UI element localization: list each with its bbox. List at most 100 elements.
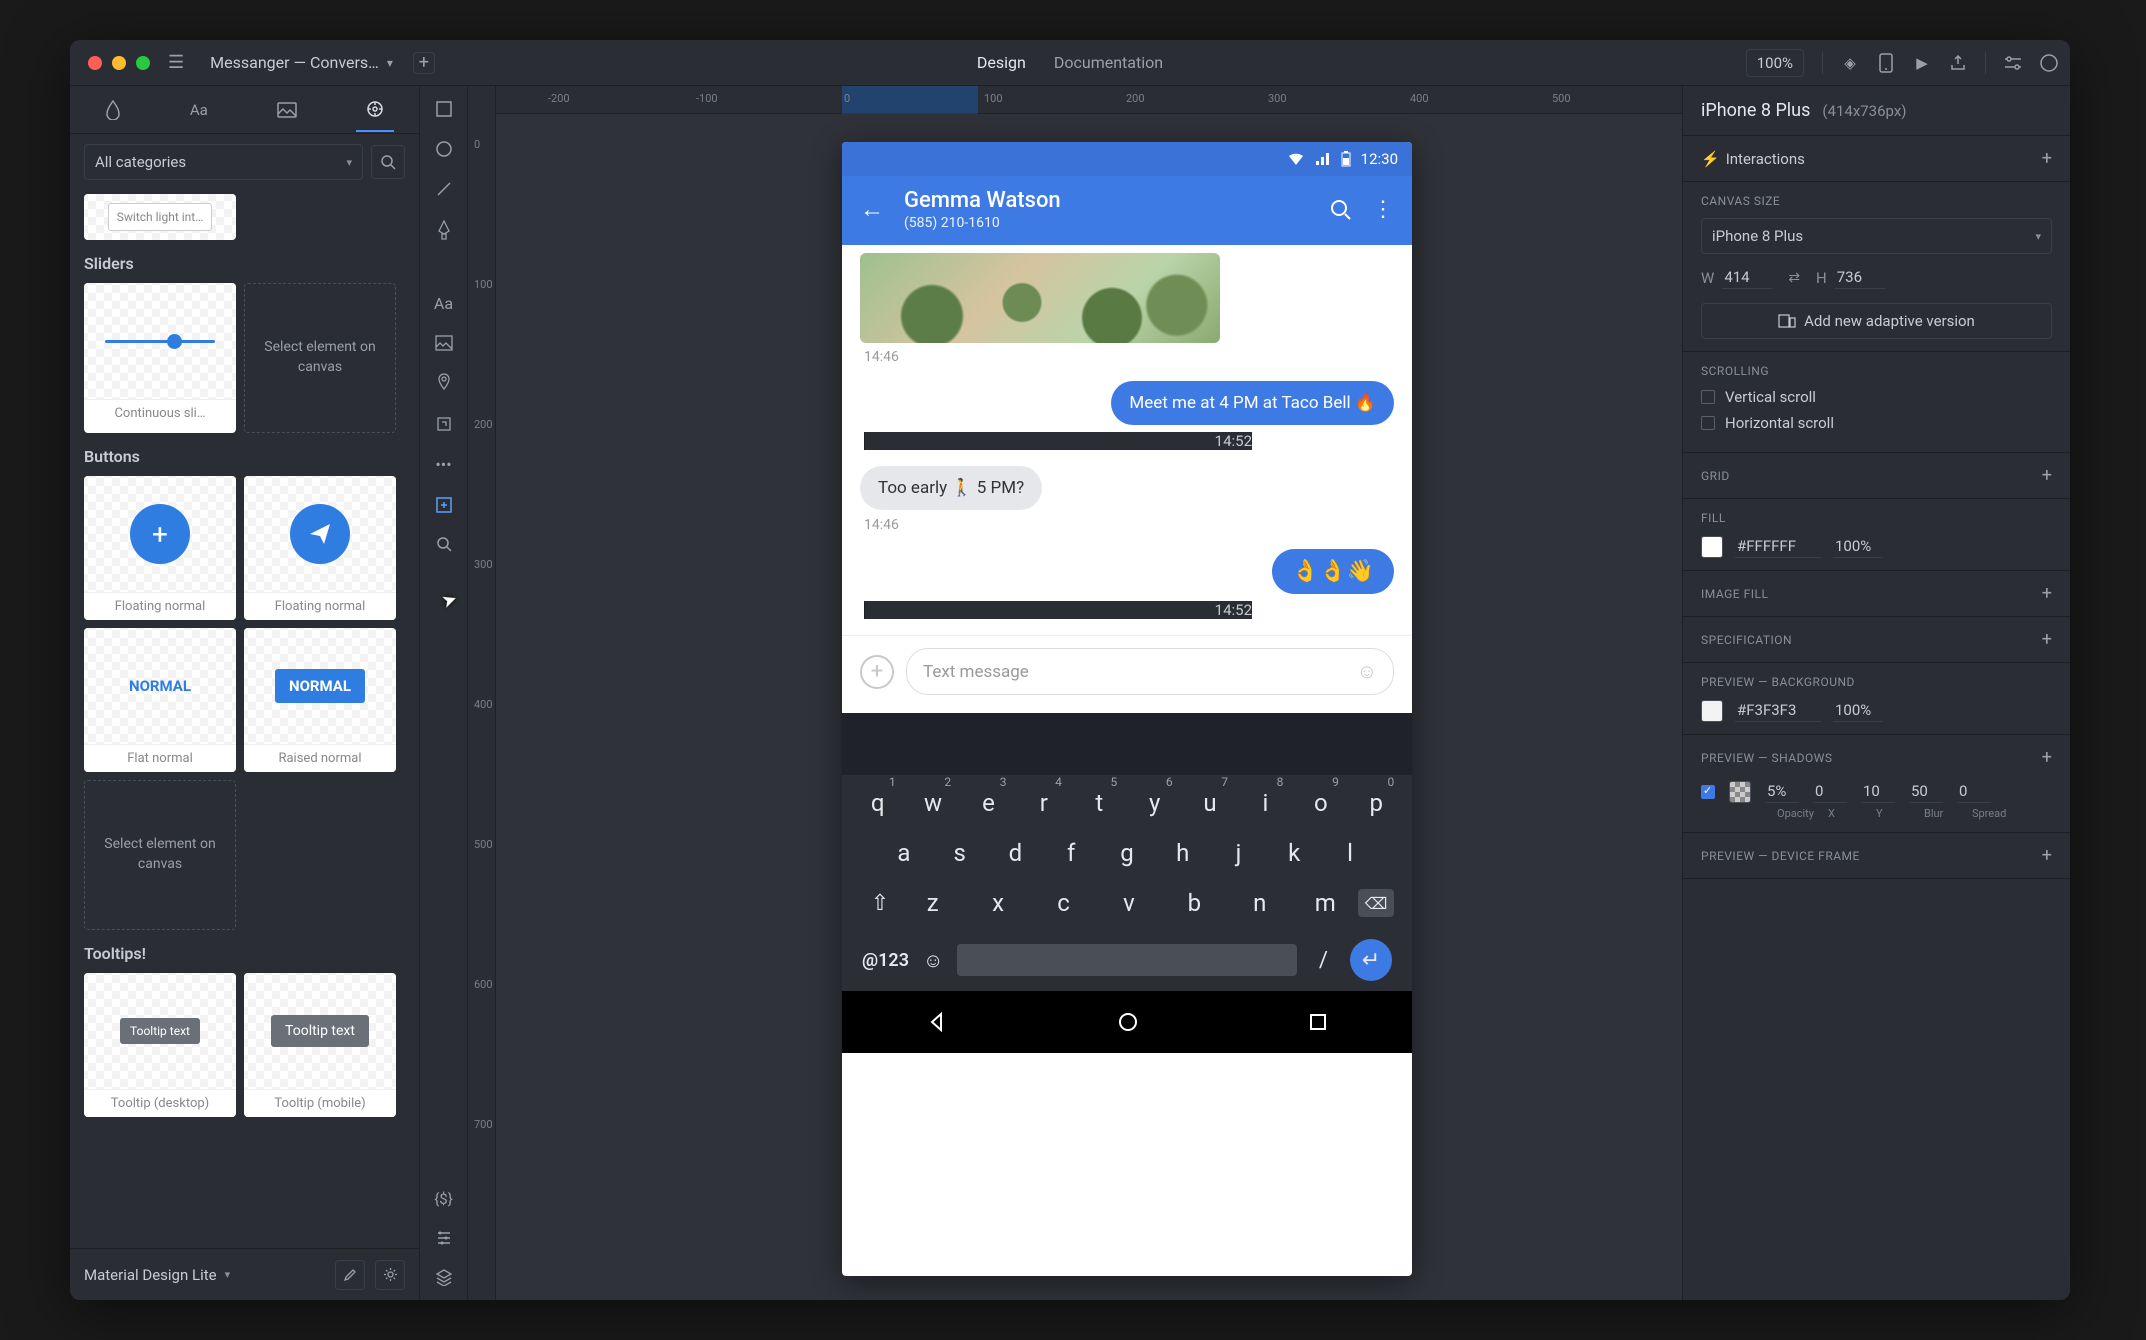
rectangle-tool-icon[interactable] <box>435 100 453 118</box>
interactions-section[interactable]: ⚡Interactions + <box>1683 136 2070 182</box>
key-w[interactable]: w2 <box>913 789 953 817</box>
key-l[interactable]: l <box>1330 839 1370 867</box>
add-interaction-button[interactable]: + <box>2042 148 2052 169</box>
fill-hex-input[interactable]: #FFFFFF <box>1735 535 1821 558</box>
message-out[interactable]: 👌👌👋 <box>1272 549 1394 594</box>
view-mode-icon[interactable]: ◈ <box>1841 54 1859 72</box>
component-card-placeholder[interactable]: Select element on canvas <box>84 780 236 930</box>
project-selector[interactable]: Messanger — Convers… ▾ <box>202 53 401 72</box>
component-card-flat-button[interactable]: NORMAL Flat normal <box>84 628 236 772</box>
add-spec-button[interactable]: + <box>2042 629 2052 650</box>
hotspot-tool-icon[interactable] <box>435 496 453 514</box>
fill-opacity-input[interactable]: 100% <box>1833 535 1883 558</box>
key-z[interactable]: z <box>913 889 953 917</box>
device-preview-icon[interactable] <box>1877 54 1895 72</box>
droplet-tab-icon[interactable] <box>95 88 131 132</box>
search-tool-icon[interactable] <box>436 536 452 552</box>
key-r[interactable]: r4 <box>1024 789 1064 817</box>
text-tool-icon[interactable]: Aa <box>434 294 453 313</box>
key-q[interactable]: q1 <box>858 789 898 817</box>
spacebar-key[interactable] <box>957 944 1297 976</box>
vertical-scroll-checkbox[interactable] <box>1701 390 1715 404</box>
device-select[interactable]: iPhone 8 Plus ▾ <box>1701 218 2052 254</box>
spec-tool-icon[interactable] <box>436 1230 452 1246</box>
key-c[interactable]: c <box>1044 889 1084 917</box>
shadow-color-swatch[interactable] <box>1729 781 1751 803</box>
edit-library-button[interactable] <box>335 1260 365 1290</box>
back-arrow-icon[interactable]: ← <box>860 195 884 224</box>
message-out[interactable]: Meet me at 4 PM at Taco Bell 🔥 <box>1111 381 1394 425</box>
image-tool-icon[interactable] <box>435 335 453 351</box>
nav-back-icon[interactable] <box>926 1011 948 1033</box>
preview-bg-swatch[interactable] <box>1701 700 1723 722</box>
key-u[interactable]: u7 <box>1190 789 1230 817</box>
shadow-opacity-input[interactable]: 5% <box>1765 780 1799 803</box>
documentation-tab[interactable]: Documentation <box>1054 53 1163 72</box>
add-shadow-button[interactable]: + <box>2042 747 2052 768</box>
message-input[interactable]: Text message ☺ <box>906 648 1394 695</box>
frame-tool-icon[interactable] <box>435 415 453 433</box>
emoji-key-icon[interactable]: ☺ <box>923 948 943 973</box>
canvas[interactable]: -200 -100 0 100 200 300 400 500 0 100 20… <box>468 86 1682 1300</box>
key-x[interactable]: x <box>978 889 1018 917</box>
search-icon[interactable] <box>1330 199 1352 221</box>
minimize-window-button[interactable] <box>112 56 126 70</box>
component-card-fab-send[interactable]: Floating normal <box>244 476 396 620</box>
menu-icon[interactable]: ☰ <box>162 52 190 73</box>
shadow-blur-input[interactable]: 50 <box>1909 780 1943 803</box>
add-attachment-icon[interactable]: + <box>860 655 894 689</box>
message-in[interactable]: Too early 🚶 5 PM? <box>860 466 1042 510</box>
key-o[interactable]: o9 <box>1301 789 1341 817</box>
key-h[interactable]: h <box>1163 839 1203 867</box>
link-dimensions-icon[interactable]: ⇄ <box>1788 270 1800 286</box>
key-e[interactable]: e3 <box>968 789 1008 817</box>
grid-section[interactable]: GRID + <box>1683 453 2070 499</box>
key-y[interactable]: y6 <box>1135 789 1175 817</box>
variables-tool-icon[interactable]: {$} <box>434 1190 453 1208</box>
specification-section[interactable]: SPECIFICATION + <box>1683 617 2070 663</box>
more-vert-icon[interactable]: ⋮ <box>1372 197 1394 222</box>
symbols-key[interactable]: @123 <box>862 950 909 971</box>
key-i[interactable]: i8 <box>1245 789 1285 817</box>
shadow-y-input[interactable]: 10 <box>1861 780 1895 803</box>
layers-tool-icon[interactable] <box>435 1268 453 1286</box>
search-components-button[interactable] <box>371 145 405 179</box>
key-g[interactable]: g <box>1107 839 1147 867</box>
line-tool-icon[interactable] <box>435 180 453 198</box>
component-card-placeholder[interactable]: Select element on canvas <box>244 283 396 433</box>
key-b[interactable]: b <box>1174 889 1214 917</box>
artboard-phone[interactable]: 12:30 ← Gemma Watson (585) 210-1610 ⋮ 14… <box>842 142 1412 1276</box>
components-tab-icon[interactable] <box>356 88 394 132</box>
library-settings-button[interactable] <box>375 1260 405 1290</box>
add-adaptive-button[interactable]: Add new adaptive version <box>1701 303 2052 339</box>
nav-home-icon[interactable] <box>1117 1011 1139 1033</box>
design-tab[interactable]: Design <box>977 53 1026 72</box>
enter-key-icon[interactable]: ↵ <box>1350 939 1392 981</box>
category-select[interactable]: All categories ▾ <box>84 144 363 180</box>
chat-image[interactable] <box>860 253 1220 343</box>
horizontal-scroll-checkbox[interactable] <box>1701 416 1715 430</box>
key-d[interactable]: d <box>995 839 1035 867</box>
slash-key[interactable]: / <box>1311 948 1336 973</box>
component-card-slider[interactable]: Continuous sli… <box>84 283 236 433</box>
shift-key-icon[interactable]: ⇧ <box>860 891 900 916</box>
key-a[interactable]: a <box>884 839 924 867</box>
key-s[interactable]: s <box>940 839 980 867</box>
key-v[interactable]: v <box>1109 889 1149 917</box>
backspace-key-icon[interactable]: ⌫ <box>1358 889 1394 917</box>
add-image-fill-button[interactable]: + <box>2042 583 2052 604</box>
key-k[interactable]: k <box>1274 839 1314 867</box>
component-card-raised-button[interactable]: NORMAL Raised normal <box>244 628 396 772</box>
key-f[interactable]: f <box>1051 839 1091 867</box>
more-tools-icon[interactable]: ••• <box>435 455 451 474</box>
component-card-switch[interactable]: Switch light int… <box>84 194 236 240</box>
shadow-x-input[interactable]: 0 <box>1813 780 1847 803</box>
zoom-level[interactable]: 100% <box>1746 49 1804 77</box>
pin-tool-icon[interactable] <box>436 373 452 393</box>
shadow-spread-input[interactable]: 0 <box>1957 780 1991 803</box>
image-fill-section[interactable]: IMAGE FILL + <box>1683 571 2070 617</box>
pen-tool-icon[interactable] <box>436 220 452 240</box>
fill-swatch[interactable] <box>1701 536 1723 558</box>
component-card-fab-plus[interactable]: + Floating normal <box>84 476 236 620</box>
add-page-button[interactable]: + <box>413 52 435 74</box>
